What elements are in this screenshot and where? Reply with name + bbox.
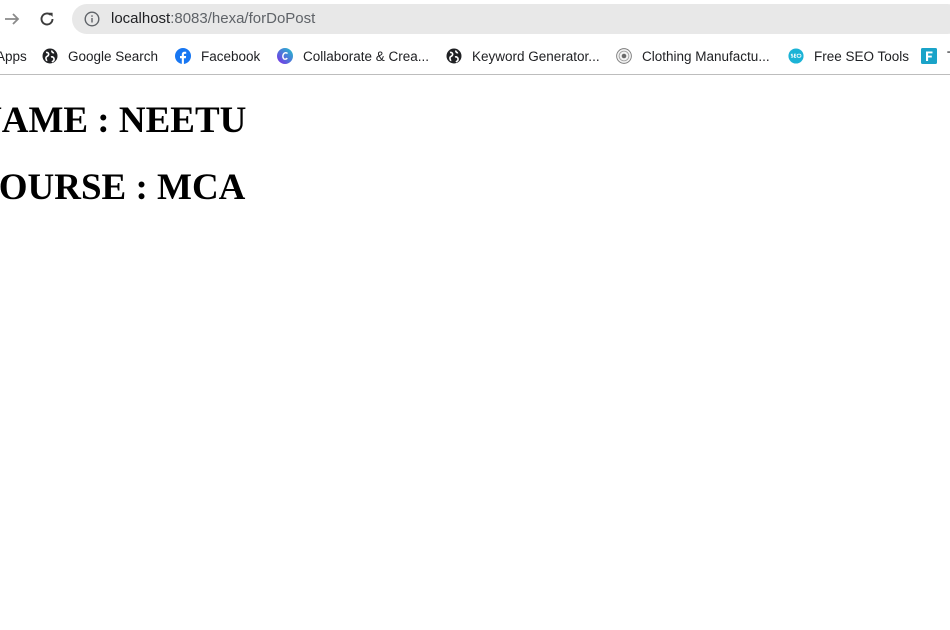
bookmark-apps[interactable]: Apps xyxy=(0,47,27,65)
bookmark-label: Collaborate & Crea... xyxy=(303,48,430,64)
f-square-icon xyxy=(921,48,937,64)
bookmark-label: Clothing Manufactu... xyxy=(642,48,770,64)
forward-button[interactable] xyxy=(0,7,24,31)
url-host: localhost xyxy=(111,10,171,27)
page-content: NAME : NEETU COURSE : MCA xyxy=(0,75,950,630)
bookmark-label: Facebook xyxy=(201,48,261,64)
name-heading: NAME : NEETU xyxy=(0,100,247,141)
bookmark-collaborate[interactable]: Collaborate & Crea... xyxy=(277,47,429,65)
bookmark-free-seo-tools[interactable]: Free SEO Tools xyxy=(788,47,909,65)
bookmark-label: Keyword Generator... xyxy=(472,48,600,64)
bookmark-clothing-manufacturer[interactable]: Clothing Manufactu... xyxy=(616,47,770,65)
course-heading: COURSE : MCA xyxy=(0,167,246,208)
canva-icon xyxy=(277,48,293,64)
seo-icon xyxy=(788,48,804,64)
reload-icon xyxy=(40,12,54,26)
bookmark-facebook[interactable]: Facebook xyxy=(175,47,260,65)
bookmark-label: Apps xyxy=(0,48,27,64)
bookmark-google-search[interactable]: Google Search xyxy=(42,47,158,65)
bookmark-label: Free SEO Tools xyxy=(814,48,910,64)
url-text[interactable]: localhost:8083/hexa/forDoPost xyxy=(111,10,315,28)
seal-icon xyxy=(616,48,632,64)
address-bar[interactable]: localhost:8083/hexa/forDoPost xyxy=(72,4,950,34)
reload-button[interactable] xyxy=(35,7,59,31)
arrow-right-icon xyxy=(5,13,20,25)
bookmark-t[interactable]: T xyxy=(921,47,950,65)
facebook-icon xyxy=(175,48,191,64)
globe-icon xyxy=(446,48,462,64)
browser-toolbar: localhost:8083/hexa/forDoPost xyxy=(0,0,950,38)
info-icon[interactable] xyxy=(84,11,100,27)
bookmarks-bar: Apps Google Search Facebook xyxy=(0,38,950,75)
url-path: :8083/hexa/forDoPost xyxy=(170,10,316,27)
bookmark-keyword-generator[interactable]: Keyword Generator... xyxy=(446,47,600,65)
globe-icon xyxy=(42,48,58,64)
bookmark-label: Google Search xyxy=(68,48,159,64)
